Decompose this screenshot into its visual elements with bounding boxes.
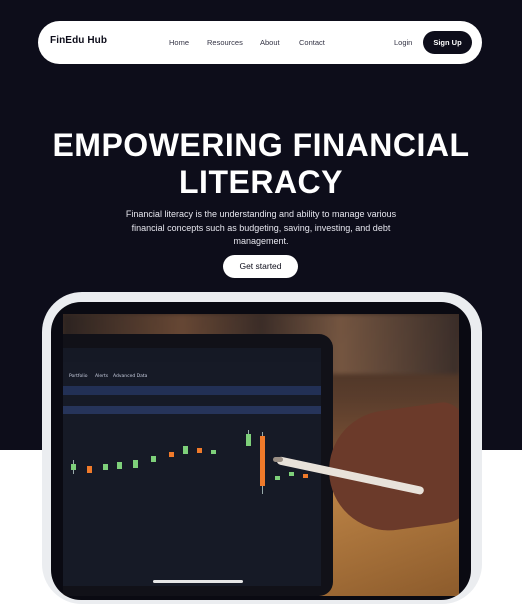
candle — [289, 472, 294, 476]
candle — [117, 462, 122, 469]
tablet-screen: Portfolio Alerts Advanced Data — [63, 348, 321, 586]
trading-tablet-photo: Portfolio Alerts Advanced Data — [63, 314, 459, 596]
screen-timeframe-row — [63, 386, 321, 395]
candle — [211, 450, 216, 454]
candle — [151, 456, 156, 462]
candle — [303, 474, 308, 478]
nav-link-contact[interactable]: Contact — [299, 38, 325, 47]
nav-link-about[interactable]: About — [260, 38, 280, 47]
navbar: FinEdu Hub Home Resources About Contact … — [38, 21, 482, 64]
get-started-button[interactable]: Get started — [223, 255, 298, 278]
candle — [169, 452, 174, 457]
signup-button[interactable]: Sign Up — [423, 31, 472, 54]
candle — [260, 436, 265, 486]
candle — [103, 464, 108, 470]
stylus-tip — [273, 457, 283, 462]
screen-tab-portfolio: Portfolio — [69, 374, 88, 379]
candle — [197, 448, 202, 453]
tablet-scrub-bar — [153, 580, 243, 583]
hero-title-line1: EMPOWERING FINANCIAL — [52, 127, 470, 163]
screen-toolbar — [63, 406, 321, 414]
candle — [275, 476, 280, 480]
nav-link-resources[interactable]: Resources — [207, 38, 243, 47]
candle — [183, 446, 188, 454]
candle — [87, 466, 92, 473]
hero-title: EMPOWERING FINANCIAL LITERACY — [0, 127, 522, 201]
screen-status-bar — [63, 348, 321, 362]
login-link[interactable]: Login — [394, 38, 412, 47]
candle — [246, 434, 251, 446]
screen-tab-alerts: Alerts — [95, 374, 109, 379]
candle — [133, 460, 138, 468]
brand-logo[interactable]: FinEdu Hub — [50, 35, 107, 46]
screen-tab-advanced: Advanced Data — [113, 374, 148, 379]
nav-link-home[interactable]: Home — [169, 38, 189, 47]
hero-title-line2: LITERACY — [179, 164, 343, 200]
hero-image-frame: Portfolio Alerts Advanced Data — [42, 292, 482, 604]
hero-image-bezel: Portfolio Alerts Advanced Data — [51, 302, 471, 600]
hero-subtitle: Financial literacy is the understanding … — [125, 209, 397, 246]
candle — [71, 464, 76, 470]
